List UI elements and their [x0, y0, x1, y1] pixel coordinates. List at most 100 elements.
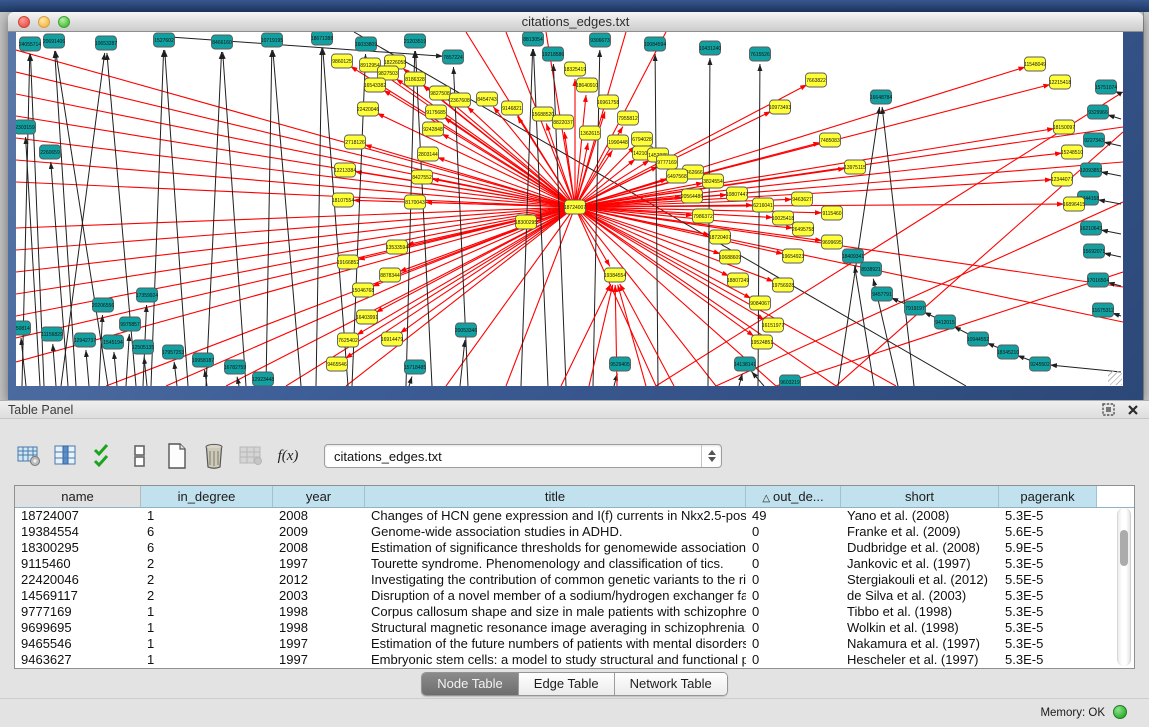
- table-cell[interactable]: Disruption of a novel member of a sodium…: [365, 588, 746, 604]
- graph-node[interactable]: 8822037: [553, 115, 574, 129]
- graph-node[interactable]: 19384554: [604, 268, 626, 282]
- table-cell[interactable]: Dudbridge et al. (2008): [841, 540, 999, 556]
- graph-node[interactable]: 7955812: [618, 111, 639, 125]
- graph-node[interactable]: 8186328: [405, 72, 426, 86]
- citation-network-graph[interactable]: 2405571420691406106532871527602846616010…: [16, 32, 1123, 386]
- graph-node[interactable]: 7857224: [443, 50, 464, 64]
- graph-node[interactable]: 9242848: [423, 122, 444, 136]
- table-row[interactable]: 1872400712008Changes of HCN gene express…: [15, 508, 1095, 524]
- float-window-icon[interactable]: [1102, 403, 1115, 421]
- table-cell[interactable]: 0: [746, 524, 841, 540]
- table-cell[interactable]: 1: [141, 604, 273, 620]
- table-cell[interactable]: 1: [141, 620, 273, 636]
- table-cell[interactable]: Franke et al. (2009): [841, 524, 999, 540]
- graph-node[interactable]: 16914479: [381, 332, 403, 346]
- graph-node[interactable]: 2718126: [345, 135, 366, 149]
- graph-node[interactable]: 9227343: [1084, 133, 1105, 147]
- graph-node[interactable]: 18640910: [576, 78, 598, 92]
- graph-node[interactable]: 22420046: [357, 102, 379, 116]
- table-cell[interactable]: 0: [746, 540, 841, 556]
- graph-node[interactable]: 18107554: [332, 193, 354, 207]
- column-header-out_de[interactable]: △out_de...: [746, 486, 841, 507]
- graph-node[interactable]: 18409341: [842, 249, 864, 263]
- graph-node[interactable]: 21203519: [404, 34, 426, 48]
- memory-status-icon[interactable]: [1113, 705, 1127, 719]
- graph-node[interactable]: 19756928: [772, 278, 794, 292]
- graph-node[interactable]: 10973493: [769, 100, 791, 114]
- table-cell[interactable]: Investigating the contribution of common…: [365, 572, 746, 588]
- graph-node[interactable]: 9245502: [1030, 357, 1051, 371]
- table-row[interactable]: 1938455462009Genome-wide association stu…: [15, 524, 1095, 540]
- graph-node[interactable]: 16033809: [355, 37, 377, 51]
- graph-node[interactable]: 9329966: [1088, 105, 1109, 119]
- graph-node[interactable]: 2803144: [418, 147, 439, 161]
- graph-node[interactable]: 9463627: [792, 192, 813, 206]
- graph-node[interactable]: 10688609: [719, 250, 741, 264]
- graph-node[interactable]: 20206556: [92, 298, 114, 312]
- graph-node[interactable]: 13533594: [386, 240, 408, 254]
- graph-node[interactable]: 10431240: [699, 41, 721, 55]
- graph-node[interactable]: 12093852: [1080, 163, 1102, 177]
- table-cell[interactable]: Embryonic stem cells: a model to study s…: [365, 652, 746, 668]
- table-cell[interactable]: 1: [141, 508, 273, 524]
- graph-node[interactable]: 9457791: [872, 287, 893, 301]
- graph-node[interactable]: 12215418: [1049, 75, 1071, 89]
- graph-node[interactable]: 15751074: [1095, 80, 1117, 94]
- graph-node[interactable]: 18325419: [564, 62, 586, 76]
- graph-node[interactable]: 2260659: [40, 145, 61, 159]
- graph-node[interactable]: 1362615: [580, 126, 601, 140]
- close-icon[interactable]: [1127, 403, 1139, 421]
- table-cell[interactable]: 5.3E-5: [999, 556, 1095, 572]
- graph-node[interactable]: 8466160: [212, 35, 233, 49]
- graph-node[interactable]: 9975857: [120, 317, 141, 331]
- table-row[interactable]: 946554611997Estimation of the future num…: [15, 636, 1095, 652]
- table-cell[interactable]: 9115460: [15, 556, 141, 572]
- table-cell[interactable]: 5.3E-5: [999, 604, 1095, 620]
- graph-node[interactable]: 15718485: [404, 360, 426, 374]
- graph-node[interactable]: 9850814: [16, 321, 31, 335]
- graph-node[interactable]: 16151977: [762, 318, 784, 332]
- graph-node[interactable]: 7663822: [806, 73, 827, 87]
- table-cell[interactable]: de Silva et al. (2003): [841, 588, 999, 604]
- graph-node[interactable]: 8454743: [477, 92, 498, 106]
- table-cell[interactable]: Tourette syndrome. Phenomenology and cla…: [365, 556, 746, 572]
- graph-node[interactable]: 9146821: [502, 101, 523, 115]
- import-table-icon[interactable]: [238, 443, 264, 469]
- table-cell[interactable]: Genome-wide association studies in ADHD.: [365, 524, 746, 540]
- graph-node[interactable]: 8427552: [412, 170, 433, 184]
- table-cell[interactable]: 2012: [273, 572, 365, 588]
- graph-node[interactable]: 9175685: [426, 105, 447, 119]
- graph-node[interactable]: 16896415: [1063, 197, 1085, 211]
- graph-node[interactable]: 11548049: [1024, 57, 1046, 71]
- table-cell[interactable]: Wolkin et al. (1998): [841, 620, 999, 636]
- table-cell[interactable]: 6: [141, 540, 273, 556]
- table-cell[interactable]: 1: [141, 652, 273, 668]
- graph-node[interactable]: 19654923: [782, 249, 804, 263]
- graph-node[interactable]: 12213384: [334, 163, 356, 177]
- table-cell[interactable]: 9777169: [15, 604, 141, 620]
- table-row[interactable]: 911546021997Tourette syndrome. Phenomeno…: [15, 556, 1095, 572]
- table-cell[interactable]: 9465546: [15, 636, 141, 652]
- column-header-name[interactable]: name: [15, 486, 141, 507]
- graph-node[interactable]: 16403991: [356, 310, 378, 324]
- table-cell[interactable]: Stergiakouli et al. (2012): [841, 572, 999, 588]
- table-cell[interactable]: Corpus callosum shape and size in male p…: [365, 604, 746, 620]
- graph-node[interactable]: 6497568: [667, 169, 688, 183]
- graph-node[interactable]: 8878344: [380, 268, 401, 282]
- graph-node[interactable]: 7625402: [338, 333, 359, 347]
- column-header-pagerank[interactable]: pagerank: [999, 486, 1097, 507]
- graph-node[interactable]: 8813054: [523, 32, 544, 46]
- graph-node[interactable]: 12344077: [1051, 172, 1073, 186]
- graph-node[interactable]: 9084067: [750, 296, 771, 310]
- table-cell[interactable]: 2: [141, 572, 273, 588]
- network-canvas[interactable]: 2405571420691406106532871527602846616010…: [16, 32, 1123, 386]
- table-cell[interactable]: 2: [141, 588, 273, 604]
- table-row[interactable]: 2242004622012Investigating the contribut…: [15, 572, 1095, 588]
- graph-node[interactable]: 3824554: [703, 174, 724, 188]
- graph-node[interactable]: 10944552: [967, 332, 989, 346]
- graph-node[interactable]: 6794028: [632, 132, 653, 146]
- table-cell[interactable]: Nakamura et al. (1997): [841, 636, 999, 652]
- graph-node[interactable]: 1527602: [154, 33, 175, 47]
- table-cell[interactable]: 2008: [273, 508, 365, 524]
- table-cell[interactable]: 5.9E-5: [999, 540, 1095, 556]
